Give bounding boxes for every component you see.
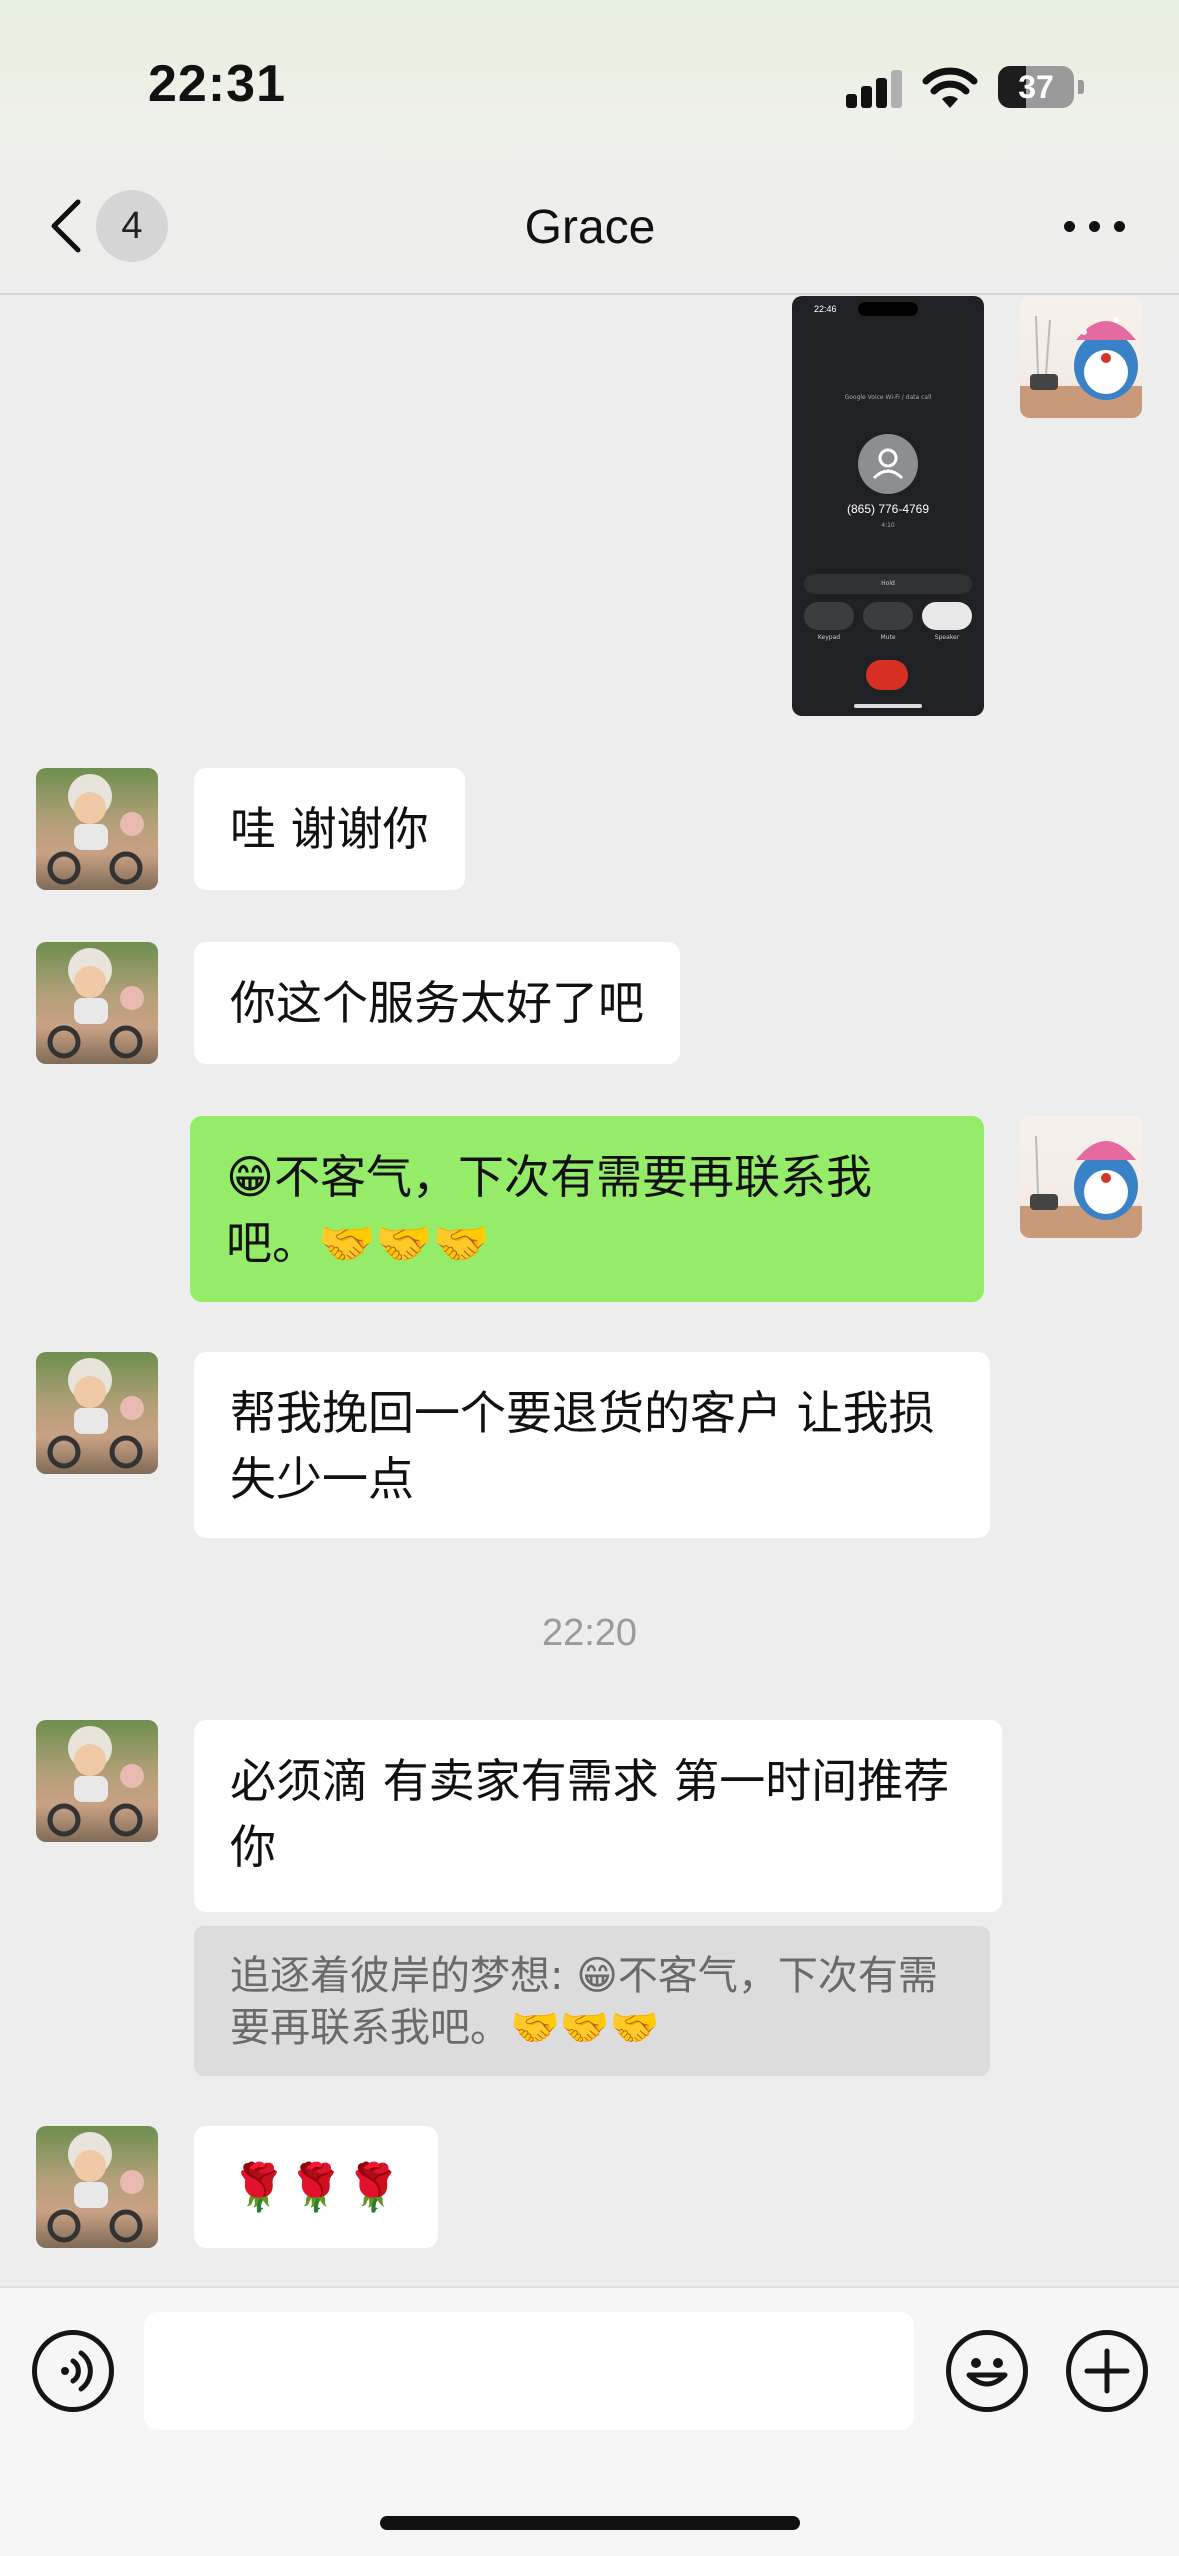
contact-avatar[interactable]	[36, 1720, 158, 1842]
screenshot-keypad-label: Keypad	[817, 634, 841, 641]
screenshot-speaker-icon	[922, 602, 972, 630]
message-bubble-incoming[interactable]: 哇 谢谢你	[194, 768, 465, 890]
screenshot-phone-number: (865) 776-4769	[846, 502, 930, 516]
message-bubble-incoming[interactable]: 🌹🌹🌹	[194, 2126, 438, 2248]
screenshot-call-duration: 4:10	[881, 522, 895, 529]
screenshot-speaker-label: Speaker	[934, 634, 960, 641]
child-on-bike-avatar-image	[47, 948, 144, 1059]
contact-avatar[interactable]	[36, 1352, 158, 1474]
doraemon-avatar-image	[1020, 315, 1142, 418]
battery-percent: 37	[1018, 69, 1054, 105]
screenshot-end-call-icon	[866, 660, 908, 690]
screenshot-dynamic-island	[858, 302, 918, 316]
input-bar	[0, 2286, 1179, 2556]
screenshot-mute-label: Mute	[880, 634, 896, 641]
doraemon-avatar-image	[1020, 1135, 1142, 1238]
status-time: 22:31	[148, 55, 286, 113]
voice-icon	[61, 2350, 93, 2392]
voice-input-button[interactable]	[32, 2330, 114, 2412]
battery-tip	[1078, 80, 1084, 94]
quote-separator: :	[550, 1953, 577, 1999]
child-on-bike-avatar-image	[47, 1358, 144, 1469]
message-bubble-incoming[interactable]: 必须滴 有卖家有需求 第一时间推荐你	[194, 1720, 1002, 1912]
screenshot-contact-icon	[858, 434, 918, 494]
screenshot-hold-button: Hold	[804, 574, 972, 594]
screenshot-home-bar	[854, 704, 922, 708]
message-timestamp: 22:20	[541, 1612, 638, 1654]
wifi-icon	[922, 67, 978, 108]
more-functions-button[interactable]	[1066, 2330, 1148, 2412]
contact-avatar[interactable]	[36, 2126, 158, 2248]
plus-icon	[1084, 2348, 1130, 2394]
call-screenshot-image[interactable]: 22:46 Google Voice Wi-Fi / data call (86…	[792, 296, 984, 716]
more-options-button[interactable]	[1062, 210, 1126, 240]
my-avatar[interactable]	[1020, 296, 1142, 418]
my-avatar[interactable]	[1020, 1116, 1142, 1238]
home-indicator[interactable]	[380, 2516, 800, 2530]
screenshot-time: 22:46	[814, 304, 837, 314]
top-bar: 22:31 37 4 Grace	[0, 0, 1179, 295]
battery-icon: 37	[998, 66, 1074, 108]
emoji-button[interactable]	[946, 2330, 1028, 2412]
quoted-reply[interactable]: 追逐着彼岸的梦想: 😁不客气，下次有需要再联系我吧。🤝🤝🤝	[194, 1926, 990, 2076]
contact-avatar[interactable]	[36, 768, 158, 890]
screenshot-keypad-icon	[804, 602, 854, 630]
message-bubble-outgoing[interactable]: 😁不客气，下次有需要再联系我吧。🤝🤝🤝	[190, 1116, 984, 1302]
cellular-signal-icon	[846, 70, 904, 108]
chat-title[interactable]: Grace	[390, 196, 790, 260]
screenshot-call-type: Google Voice Wi-Fi / data call	[844, 394, 932, 401]
message-input[interactable]	[144, 2312, 914, 2430]
back-button[interactable]	[46, 196, 86, 256]
message-bubble-incoming[interactable]: 帮我挽回一个要退货的客户 让我损失少一点	[194, 1352, 990, 1538]
child-on-bike-avatar-image	[47, 774, 144, 885]
unread-count-badge[interactable]: 4	[96, 190, 168, 262]
child-on-bike-avatar-image	[47, 1726, 144, 1837]
child-on-bike-avatar-image	[47, 2132, 144, 2243]
message-bubble-incoming[interactable]: 你这个服务太好了吧	[194, 942, 680, 1064]
contact-avatar[interactable]	[36, 942, 158, 1064]
screenshot-mute-icon	[863, 602, 913, 630]
smiley-icon	[966, 2358, 1008, 2387]
quote-author: 追逐着彼岸的梦想	[230, 1953, 550, 1999]
